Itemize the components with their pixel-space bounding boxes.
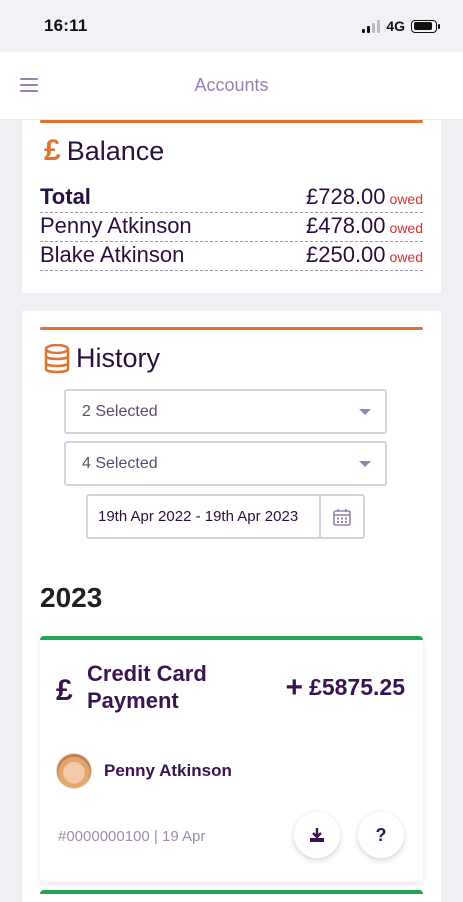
balance-amount: £250.00 — [306, 242, 386, 267]
transaction-amount-value: £5875.25 — [309, 674, 405, 700]
plus-icon: + — [285, 670, 304, 704]
owed-label: owed — [389, 191, 423, 207]
filter-select-1[interactable]: 2 Selected — [64, 389, 387, 434]
status-time: 16:11 — [44, 16, 88, 35]
balance-name: Blake Atkinson — [40, 242, 185, 267]
caret-down-icon — [359, 460, 371, 467]
balance-row-blake: Blake Atkinson £250.00 owed — [40, 242, 423, 271]
balance-name: Total — [40, 184, 91, 209]
balance-name: Penny Atkinson — [40, 213, 192, 238]
transaction-title: Credit Card Payment — [87, 661, 207, 713]
menu-icon[interactable] — [20, 78, 38, 96]
transaction-accent-bar — [40, 890, 423, 894]
calendar-icon — [333, 508, 351, 526]
balance-header: £ Balance — [44, 134, 164, 168]
network-label: 4G — [386, 18, 405, 34]
caret-down-icon — [359, 408, 371, 415]
history-title: History — [76, 343, 161, 373]
balance-card: £ Balance Total £728.00 owed Penny Atkins… — [22, 120, 441, 293]
date-range-value: 19th Apr 2022 - 19th Apr 2023 — [98, 508, 299, 525]
pound-icon: £ — [56, 674, 73, 707]
help-icon: ? — [375, 824, 387, 845]
app-bar: Accounts — [0, 52, 463, 120]
history-card: History 2 Selected 4 Selected 19th Apr 2… — [22, 311, 441, 902]
history-accent-bar — [40, 327, 423, 330]
balance-list: Total £728.00 owed Penny Atkinson £478.00… — [40, 184, 423, 271]
transaction-person: Penny Atkinson — [56, 753, 232, 789]
transaction-accent-bar — [40, 636, 423, 640]
owed-label: owed — [389, 220, 423, 236]
history-header: History — [44, 343, 160, 374]
balance-amount: £728.00 — [306, 184, 386, 209]
help-button[interactable]: ? — [358, 812, 404, 858]
balance-row-total: Total £728.00 owed — [40, 184, 423, 213]
status-indicators: 4G — [362, 18, 440, 34]
download-icon — [310, 828, 324, 842]
filter-select-2-value: 4 Selected — [82, 454, 158, 472]
owed-label: owed — [389, 249, 423, 265]
database-icon — [44, 343, 70, 373]
transaction-reference: #0000000100 | 19 Apr — [58, 828, 206, 845]
person-name: Penny Atkinson — [104, 761, 232, 780]
page-title: Accounts — [194, 75, 269, 95]
signal-icon — [362, 19, 381, 33]
transaction-card[interactable]: £ Credit Card Payment + £5875.25 Penny A… — [40, 636, 423, 882]
calendar-button[interactable] — [319, 496, 363, 537]
balance-row-penny: Penny Atkinson £478.00 owed — [40, 213, 423, 242]
battery-icon — [411, 19, 440, 33]
status-bar: 16:11 4G — [0, 0, 463, 52]
download-button[interactable] — [294, 812, 340, 858]
filter-select-2[interactable]: 4 Selected — [64, 441, 387, 486]
balance-accent-bar — [40, 120, 423, 123]
year-heading: 2023 — [40, 582, 103, 613]
filter-select-1-value: 2 Selected — [82, 402, 158, 420]
balance-title: Balance — [66, 135, 165, 166]
avatar — [56, 753, 92, 789]
next-transaction-card[interactable] — [40, 890, 423, 902]
balance-amount: £478.00 — [306, 213, 386, 238]
pound-icon: £ — [44, 134, 61, 167]
date-range-picker[interactable]: 19th Apr 2022 - 19th Apr 2023 — [86, 494, 365, 539]
transaction-amount: + £5875.25 — [285, 670, 405, 704]
